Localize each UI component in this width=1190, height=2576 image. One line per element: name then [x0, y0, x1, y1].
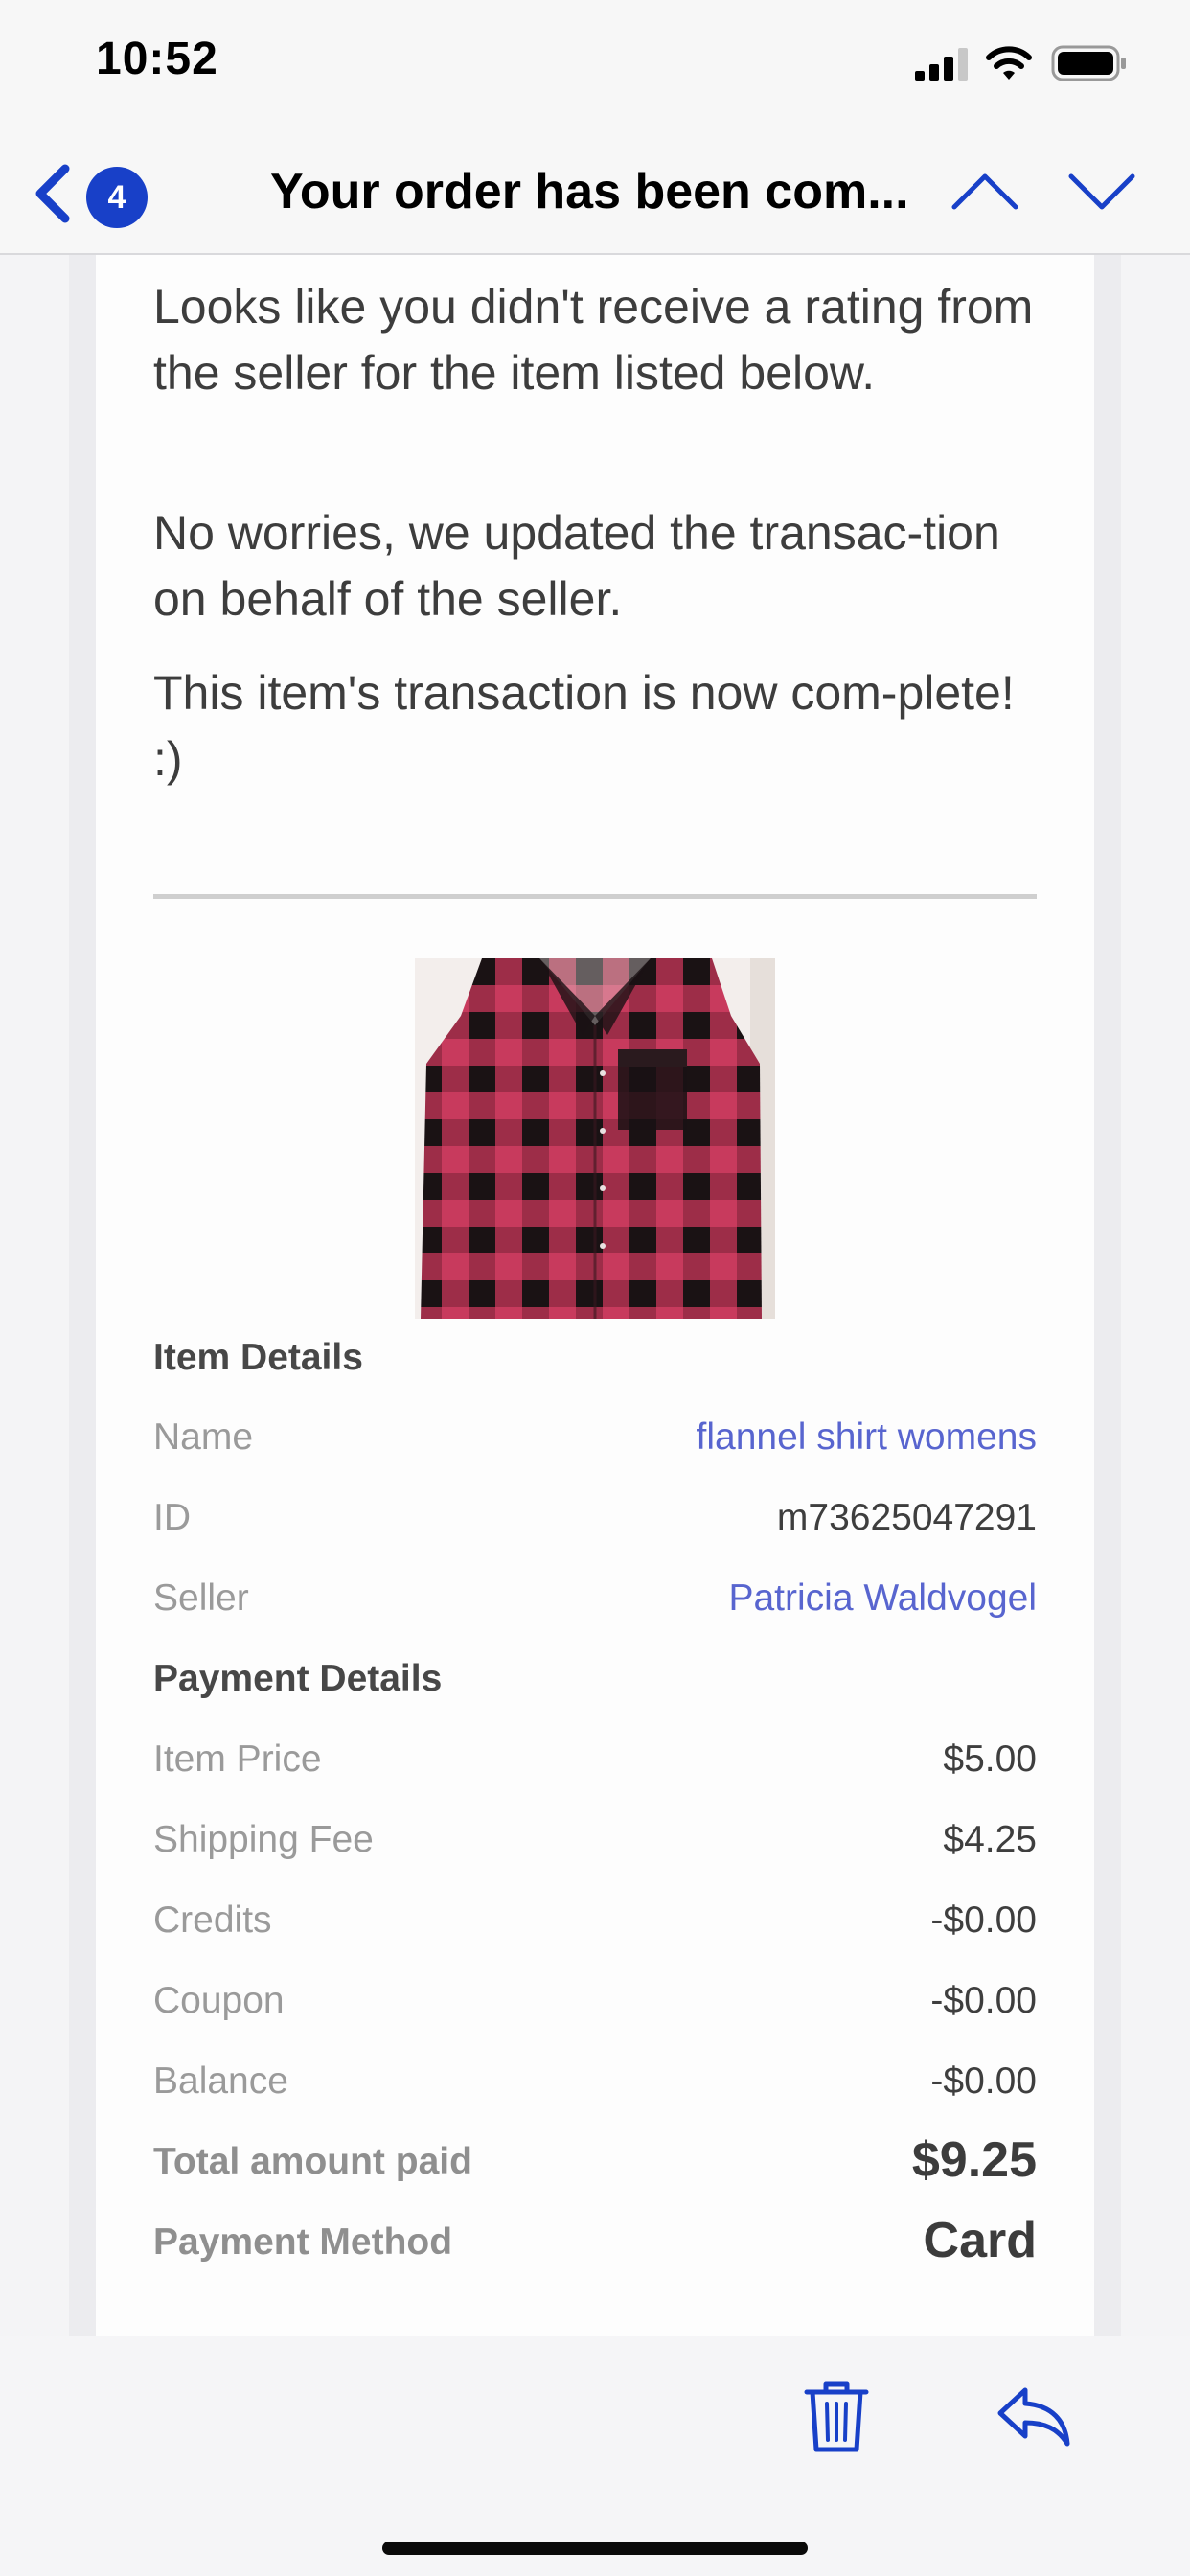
shipping-fee-label: Shipping Fee	[153, 1819, 374, 1860]
bottom-toolbar	[0, 2336, 1190, 2576]
seller-row: Seller Patricia Waldvogel	[153, 1577, 1037, 1635]
wifi-icon	[986, 46, 1032, 80]
payment-method-label: Payment Method	[153, 2221, 453, 2263]
coupon-label: Coupon	[153, 1980, 285, 2021]
item-id-value: m73625047291	[776, 1497, 1037, 1538]
chevron-down-icon[interactable]	[1065, 163, 1138, 220]
battery-icon	[1051, 45, 1126, 81]
coupon-row: Coupon -$0.00	[153, 1980, 1037, 2037]
section-divider	[153, 894, 1037, 899]
seller-link[interactable]: Patricia Waldvogel	[728, 1577, 1037, 1620]
item-name-link[interactable]: flannel shirt womens	[697, 1416, 1038, 1459]
chevron-left-icon	[35, 164, 70, 223]
message-paragraph-1: Looks like you didn't receive a rating f…	[153, 280, 1034, 400]
item-price-label: Item Price	[153, 1738, 322, 1780]
back-button[interactable]: 4	[33, 155, 157, 228]
balance-row: Balance -$0.00	[153, 2060, 1037, 2118]
payment-method-row: Payment Method Card	[153, 2213, 1037, 2279]
item-price-row: Item Price $5.00	[153, 1738, 1037, 1796]
credits-row: Credits -$0.00	[153, 1899, 1037, 1957]
coupon-value: -$0.00	[930, 1980, 1037, 2021]
item-name-label: Name	[153, 1416, 254, 1458]
nav-bar: 4 Your order has been com...	[0, 134, 1190, 255]
credits-label: Credits	[153, 1899, 272, 1941]
status-time: 10:52	[96, 34, 218, 84]
balance-label: Balance	[153, 2060, 288, 2102]
shipping-fee-value: $4.25	[943, 1819, 1037, 1860]
reply-icon[interactable]	[996, 2384, 1071, 2450]
balance-value: -$0.00	[930, 2060, 1037, 2102]
product-image[interactable]	[415, 958, 775, 1319]
total-paid-row: Total amount paid $9.25	[153, 2132, 1037, 2198]
item-id-row: ID m73625047291	[153, 1497, 1037, 1554]
item-name-row: Name flannel shirt womens	[153, 1416, 1037, 1474]
status-bar: 10:52	[0, 0, 1190, 134]
payment-method-value: Card	[923, 2213, 1037, 2268]
mail-screen: 10:52 4 Your order has been com... Looks…	[0, 0, 1190, 2576]
chevron-up-icon[interactable]	[949, 163, 1021, 220]
email-subject-title: Your order has been com...	[270, 164, 909, 219]
total-paid-value: $9.25	[911, 2132, 1037, 2188]
item-details-title: Item Details	[153, 1337, 363, 1378]
item-price-value: $5.00	[943, 1738, 1037, 1780]
credits-value: -$0.00	[930, 1899, 1037, 1941]
message-paragraph-2: No worries, we updated the transac-tion …	[153, 506, 1000, 626]
signal-icon	[915, 48, 968, 80]
seller-label: Seller	[153, 1577, 249, 1619]
total-paid-label: Total amount paid	[153, 2141, 472, 2182]
unread-count-badge: 4	[86, 167, 148, 228]
message-paragraph-3: This item's transaction is now com-plete…	[153, 666, 1015, 786]
item-id-label: ID	[153, 1497, 191, 1538]
home-indicator	[382, 2542, 808, 2555]
payment-details-title: Payment Details	[153, 1658, 443, 1699]
trash-icon[interactable]	[803, 2379, 870, 2455]
shipping-fee-row: Shipping Fee $4.25	[153, 1819, 1037, 1876]
